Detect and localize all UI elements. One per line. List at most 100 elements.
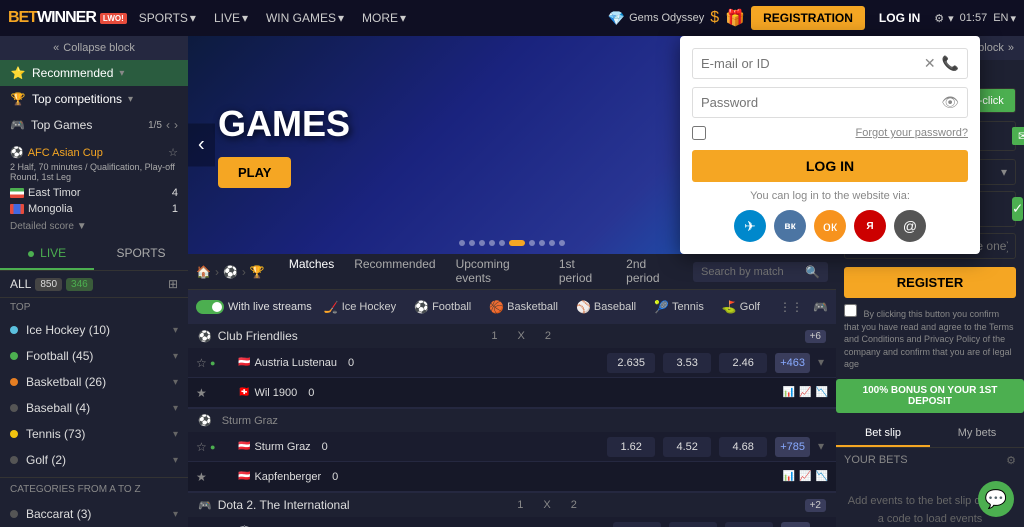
- stat-icon-2[interactable]: 📈: [799, 387, 811, 398]
- live-streams-toggle[interactable]: With live streams: [196, 300, 312, 314]
- toggle-switch[interactable]: [196, 300, 224, 314]
- sport-item-basketball[interactable]: Basketball (26) ▾: [0, 369, 188, 395]
- sport-item-baseball[interactable]: Baseball (4) ▾: [0, 395, 188, 421]
- banner-dot-8[interactable]: [539, 240, 545, 246]
- filter-baseball[interactable]: ⚾ Baseball: [570, 297, 642, 317]
- nav-more[interactable]: MORE ▾: [356, 11, 412, 25]
- kapf-team[interactable]: Kapfenberger: [254, 471, 321, 483]
- next-page-icon[interactable]: ›: [174, 118, 178, 132]
- stat-icon-1[interactable]: 📊: [783, 387, 795, 398]
- search-icon[interactable]: 🔍: [805, 265, 820, 279]
- filter-icon[interactable]: ⊞: [168, 277, 178, 291]
- banner-dot-10[interactable]: [559, 240, 565, 246]
- collapse-block-button[interactable]: « Collapse block: [0, 36, 188, 60]
- match-fav-icon-2[interactable]: ★: [196, 386, 210, 400]
- telegram-login-button[interactable]: ✈: [734, 210, 766, 242]
- phone-icon[interactable]: 📞: [942, 55, 959, 72]
- bets-gear-icon[interactable]: ⚙: [1006, 454, 1016, 467]
- sport-item-tennis[interactable]: Tennis (73) ▾: [0, 421, 188, 447]
- registration-button[interactable]: REGISTRATION: [751, 6, 865, 30]
- expand-match[interactable]: ▾: [814, 353, 828, 373]
- banner-dot-7[interactable]: [529, 240, 535, 246]
- kapf-stat-1[interactable]: 📊: [783, 471, 795, 482]
- tab-sports[interactable]: SPORTS: [94, 238, 188, 270]
- tab-upcoming-events[interactable]: Upcoming events: [446, 251, 549, 293]
- dollar-icon[interactable]: $: [710, 9, 719, 27]
- expand-sturm[interactable]: ▾: [814, 437, 828, 457]
- kapf-stat-3[interactable]: 📉: [816, 471, 828, 482]
- trophy-icon[interactable]: 🏆: [250, 265, 265, 279]
- filter-ice-hockey[interactable]: 🏒 Ice Hockey: [318, 297, 402, 317]
- odds-x[interactable]: 3.53: [663, 353, 711, 373]
- away-team[interactable]: Wil 1900: [254, 387, 297, 399]
- sport-item-baccarat[interactable]: Baccarat (3) ▾: [0, 501, 188, 527]
- tab-matches[interactable]: Matches: [279, 251, 344, 293]
- email-send-icon[interactable]: ✉: [1012, 127, 1024, 145]
- sturm-extra[interactable]: +785: [775, 437, 810, 457]
- sidebar-item-top-competitions[interactable]: 🏆 Top competitions ▾: [0, 86, 188, 112]
- banner-dot-1[interactable]: [459, 240, 465, 246]
- banner-dot-3[interactable]: [479, 240, 485, 246]
- stat-icon-3[interactable]: 📉: [816, 387, 828, 398]
- clear-icon[interactable]: ✕: [924, 55, 936, 72]
- tab-bet-slip[interactable]: Bet slip: [836, 421, 930, 447]
- sturm-odds-x[interactable]: 4.52: [663, 437, 711, 457]
- gift-icon[interactable]: 🎁: [725, 8, 745, 28]
- nav-live[interactable]: LIVE ▾: [208, 11, 254, 25]
- gaimin-extra[interactable]: +13: [781, 522, 810, 527]
- sidebar-item-recommended[interactable]: ⭐ Recommended ▾: [0, 60, 188, 86]
- filter-golf[interactable]: ⛳ Golf: [716, 297, 766, 317]
- tab-recommended[interactable]: Recommended: [344, 251, 445, 293]
- lang-selector[interactable]: EN▾: [993, 12, 1016, 25]
- banner-dot-9[interactable]: [549, 240, 555, 246]
- register-button[interactable]: REGISTER: [844, 267, 1016, 298]
- email-input[interactable]: [701, 56, 918, 71]
- banner-dot-2[interactable]: [469, 240, 475, 246]
- match-fav-icon[interactable]: ☆: [196, 356, 210, 370]
- password-input[interactable]: [701, 95, 935, 110]
- more-sports-icon[interactable]: ⋮⋮: [779, 300, 803, 314]
- ok-login-button[interactable]: ок: [814, 210, 846, 242]
- sturm-home-team[interactable]: Sturm Graz: [254, 441, 310, 453]
- extra-markets[interactable]: +6: [805, 330, 826, 343]
- home-icon[interactable]: 🏠: [196, 265, 211, 279]
- logo[interactable]: BETWINNER LWO!: [8, 9, 127, 27]
- nav-sports[interactable]: SPORTS ▾: [133, 11, 202, 25]
- eye-icon[interactable]: 👁: [941, 94, 959, 111]
- kapf-stat-2[interactable]: 📈: [799, 471, 811, 482]
- expand-gaimin[interactable]: ▾: [814, 522, 828, 527]
- live-chat-button[interactable]: 💬: [978, 481, 1014, 517]
- filter-basketball[interactable]: 🏀 Basketball: [483, 297, 564, 317]
- prev-page-icon[interactable]: ‹: [166, 118, 170, 132]
- gaimin-odds-1[interactable]: -: [613, 522, 661, 527]
- banner-dot-5[interactable]: [499, 240, 505, 246]
- yandex-login-button[interactable]: Я: [854, 210, 886, 242]
- filter-football[interactable]: ⚽ Football: [408, 297, 477, 317]
- terms-checkbox[interactable]: [844, 304, 857, 317]
- sport-item-ice-hockey[interactable]: Ice Hockey (10) ▾: [0, 317, 188, 343]
- match-fav-sturm[interactable]: ☆: [196, 440, 210, 454]
- sport-item-golf[interactable]: Golf (2) ▾: [0, 447, 188, 473]
- search-match-input[interactable]: [701, 266, 801, 278]
- kapf-fav[interactable]: ★: [196, 470, 210, 484]
- dota-extra-markets[interactable]: +2: [805, 499, 826, 512]
- gamepad-filter-icon[interactable]: 🎮: [813, 300, 828, 314]
- extra-markets-btn[interactable]: +463: [775, 353, 810, 373]
- detailed-score-button[interactable]: Detailed score ▼: [6, 219, 182, 234]
- login-button[interactable]: LOG IN: [871, 6, 928, 30]
- forgot-password-link[interactable]: Forgot your password?: [856, 127, 969, 139]
- gaimin-odds-x[interactable]: -: [669, 522, 717, 527]
- login-submit-button[interactable]: LOG IN: [692, 150, 968, 182]
- nav-win-games[interactable]: WIN GAMES ▾: [260, 11, 350, 25]
- tab-2nd-period[interactable]: 2nd period: [616, 251, 687, 293]
- tab-live[interactable]: LIVE: [0, 238, 94, 270]
- home-team[interactable]: Austria Lustenau: [254, 357, 337, 369]
- banner-dot-6[interactable]: [509, 240, 525, 246]
- vk-login-button[interactable]: вк: [774, 210, 806, 242]
- odds-2[interactable]: 2.46: [719, 353, 767, 373]
- banner-dot-4[interactable]: [489, 240, 495, 246]
- filter-tennis[interactable]: 🎾 Tennis: [648, 297, 710, 317]
- tab-1st-period[interactable]: 1st period: [549, 251, 616, 293]
- tab-my-bets[interactable]: My bets: [930, 421, 1024, 447]
- star-fav-icon[interactable]: ☆: [168, 146, 178, 159]
